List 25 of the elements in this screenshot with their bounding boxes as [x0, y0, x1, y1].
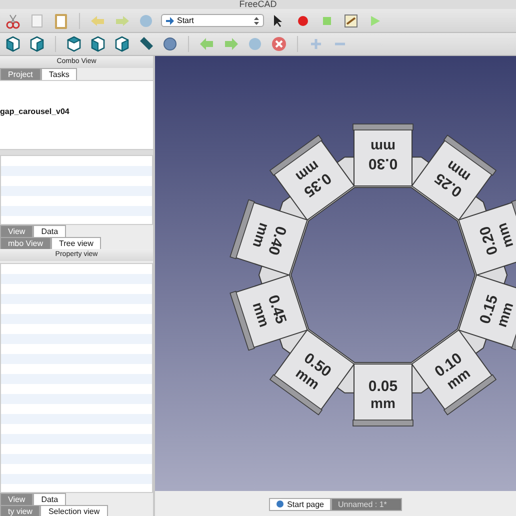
clipboard-icon[interactable]: [52, 12, 70, 30]
property-tab[interactable]: Data: [33, 492, 66, 506]
tile-value: 0.30: [368, 155, 398, 172]
tile-unit: mm: [370, 139, 396, 155]
stop-icon[interactable]: [270, 35, 288, 53]
panel-tab[interactable]: Selection view: [40, 504, 108, 516]
tree-item[interactable]: gap_carousel_v04: [0, 107, 153, 116]
window-title: FreeCAD: [0, 0, 516, 9]
tile-unit: mm: [370, 395, 396, 411]
cube-icon[interactable]: [28, 35, 46, 53]
gauge-tile: [352, 124, 414, 186]
property-tab[interactable]: Data: [33, 224, 66, 238]
panel-tab[interactable]: Tree view: [50, 236, 102, 250]
arrow-icon: [166, 16, 174, 24]
cube-icon[interactable]: [89, 35, 107, 53]
panel-tab[interactable]: Tasks: [40, 68, 78, 80]
gauge-tile: [352, 364, 414, 426]
macro-edit-icon[interactable]: [342, 12, 360, 30]
document-tab[interactable]: Start page: [269, 498, 331, 510]
cube-icon[interactable]: [65, 35, 83, 53]
workbench-dropdown[interactable]: Start: [161, 14, 264, 27]
tile-value: 0.05: [368, 378, 398, 395]
cube-icon[interactable]: [113, 35, 131, 53]
caret-icon: [254, 16, 259, 24]
cube-icon[interactable]: [4, 35, 22, 53]
